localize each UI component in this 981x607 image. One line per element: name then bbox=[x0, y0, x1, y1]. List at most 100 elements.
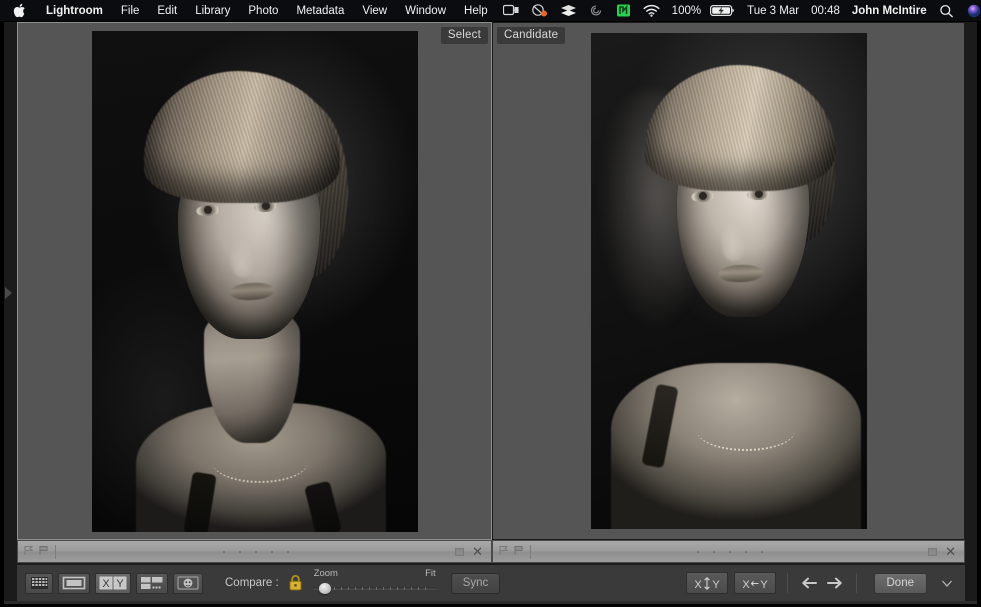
toolbar-right-group: X Y X Y Done bbox=[685, 572, 958, 594]
menu-metadata[interactable]: Metadata bbox=[287, 0, 353, 21]
menubar-user-name[interactable]: John McIntire bbox=[846, 5, 933, 17]
rating-dot[interactable] bbox=[286, 550, 289, 553]
rating-dot[interactable] bbox=[728, 550, 731, 553]
zoom-slider-track[interactable] bbox=[312, 582, 437, 594]
rating-dot[interactable] bbox=[712, 550, 715, 553]
rating-dot[interactable] bbox=[222, 550, 225, 553]
survey-view-button[interactable] bbox=[136, 572, 168, 594]
svg-text:X: X bbox=[742, 579, 750, 591]
make-select-button[interactable]: X Y bbox=[733, 572, 776, 594]
close-icon[interactable]: ✕ bbox=[470, 545, 485, 558]
select-rating-dots[interactable] bbox=[56, 550, 455, 553]
siri-icon[interactable] bbox=[960, 0, 981, 21]
svg-text:X: X bbox=[694, 579, 702, 591]
fit-label: Fit bbox=[425, 568, 436, 579]
select-photo-container[interactable] bbox=[18, 23, 491, 539]
svg-text:Y: Y bbox=[116, 578, 124, 590]
candidate-flags[interactable] bbox=[493, 543, 524, 561]
candidate-info-bar-actions[interactable]: ✕ bbox=[928, 545, 964, 558]
flag-pick-icon[interactable] bbox=[498, 543, 509, 561]
rating-dot[interactable] bbox=[760, 550, 763, 553]
zoom-label: Zoom bbox=[313, 568, 338, 579]
compare-label: Compare : bbox=[225, 577, 279, 589]
next-photo-button[interactable] bbox=[825, 573, 845, 593]
candidate-pane[interactable]: Candidate bbox=[492, 22, 965, 540]
grid-view-button[interactable] bbox=[25, 572, 53, 594]
people-view-button[interactable] bbox=[173, 572, 203, 594]
portrait-nose bbox=[229, 236, 256, 277]
portrait-necklace bbox=[211, 441, 308, 483]
battery-percent-label: 100% bbox=[671, 4, 702, 17]
view-mode-group: X Y bbox=[25, 572, 203, 594]
zoom-slider-knob[interactable] bbox=[318, 583, 331, 594]
zoom-slider-group[interactable]: Zoom Fit bbox=[312, 568, 437, 597]
candidate-pane-surface bbox=[492, 22, 965, 540]
sync-button[interactable]: Sync bbox=[450, 572, 501, 594]
select-flags[interactable] bbox=[18, 543, 49, 561]
select-badge: Select bbox=[440, 27, 488, 44]
flag-reject-icon[interactable] bbox=[38, 543, 49, 561]
close-icon[interactable]: ✕ bbox=[943, 545, 958, 558]
green-app-icon[interactable] bbox=[610, 0, 637, 21]
stacked-layers-icon[interactable] bbox=[554, 0, 583, 21]
svg-text:Y: Y bbox=[712, 579, 720, 591]
select-info-bar-actions[interactable]: ✕ bbox=[455, 545, 491, 558]
camera-privacy-icon[interactable] bbox=[525, 0, 554, 21]
menu-edit[interactable]: Edit bbox=[148, 0, 186, 21]
menu-app-name[interactable]: Lightroom bbox=[37, 0, 112, 21]
compare-work-area: Select Candidate bbox=[17, 22, 965, 540]
bottom-toolbar: X Y Compare: Zoom Fit Sync X Y X Y Done bbox=[17, 565, 965, 601]
flag-reject-icon[interactable] bbox=[513, 543, 524, 561]
candidate-badge: Candidate bbox=[497, 27, 566, 44]
window-left-frame bbox=[0, 22, 4, 607]
spiral-icon[interactable] bbox=[583, 0, 610, 21]
candidate-photo[interactable] bbox=[590, 33, 867, 529]
battery-charging-icon[interactable] bbox=[704, 0, 741, 21]
flag-pick-icon[interactable] bbox=[23, 543, 34, 561]
search-icon[interactable] bbox=[933, 0, 960, 21]
menubar-date[interactable]: Tue 3 Mar bbox=[741, 5, 805, 17]
menu-library[interactable]: Library bbox=[186, 0, 239, 21]
rating-dot[interactable] bbox=[696, 550, 699, 553]
photo-info-bars: ✕ ✕ bbox=[17, 540, 965, 563]
menu-help[interactable]: Help bbox=[455, 0, 497, 21]
select-pane[interactable]: Select bbox=[17, 22, 492, 540]
select-info-bar[interactable]: ✕ bbox=[17, 540, 492, 563]
rating-dot[interactable] bbox=[270, 550, 273, 553]
menubar-time[interactable]: 00:48 bbox=[805, 5, 846, 17]
chevron-down-icon[interactable] bbox=[937, 573, 957, 593]
rating-dot[interactable] bbox=[744, 550, 747, 553]
menu-view[interactable]: View bbox=[353, 0, 396, 21]
menu-photo[interactable]: Photo bbox=[239, 0, 287, 21]
zoom-slider-ticks bbox=[326, 587, 429, 590]
apple-logo-icon[interactable] bbox=[0, 0, 37, 21]
loupe-view-button[interactable] bbox=[58, 572, 90, 594]
lock-closed-icon[interactable] bbox=[287, 574, 304, 593]
rating-dot[interactable] bbox=[254, 550, 257, 553]
lightroom-window: Select Candidate ✕ ✕ X Y Compare: Zoom … bbox=[0, 22, 981, 607]
swap-xy-button[interactable]: X Y bbox=[685, 572, 728, 594]
candidate-rating-dots[interactable] bbox=[531, 550, 928, 553]
toolbar-divider bbox=[786, 573, 788, 593]
select-photo[interactable] bbox=[91, 30, 418, 532]
menu-window[interactable]: Window bbox=[396, 0, 455, 21]
svg-text:Y: Y bbox=[760, 579, 768, 591]
toolbar-divider bbox=[855, 573, 857, 593]
rating-square-icon[interactable] bbox=[928, 547, 938, 556]
screen-recording-icon[interactable] bbox=[497, 0, 525, 21]
svg-text:X: X bbox=[102, 578, 110, 590]
candidate-info-bar[interactable]: ✕ bbox=[492, 540, 965, 563]
portrait-necklace bbox=[696, 411, 795, 451]
rating-dot[interactable] bbox=[238, 550, 241, 553]
menu-file[interactable]: File bbox=[112, 0, 149, 21]
compare-view-button[interactable]: X Y bbox=[95, 572, 131, 594]
rating-square-icon[interactable] bbox=[455, 547, 465, 556]
window-right-frame bbox=[977, 22, 981, 607]
wifi-icon[interactable] bbox=[637, 0, 666, 21]
select-pane-surface bbox=[17, 22, 492, 540]
previous-photo-button[interactable] bbox=[799, 573, 819, 593]
done-button[interactable]: Done bbox=[873, 572, 927, 594]
macos-menu-bar: Lightroom File Edit Library Photo Metada… bbox=[0, 0, 981, 22]
candidate-photo-container[interactable] bbox=[493, 23, 964, 539]
portrait-nose bbox=[720, 221, 747, 261]
